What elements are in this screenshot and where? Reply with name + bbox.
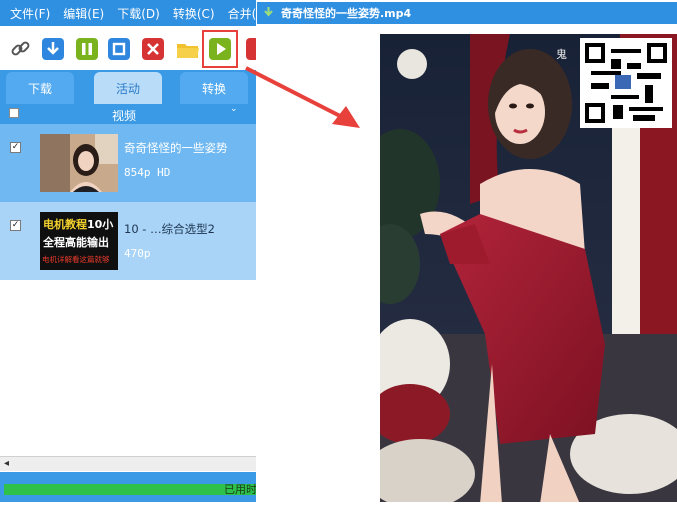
select-all-checkbox[interactable]	[9, 108, 19, 118]
tab-bar: 下载 活动 转换	[0, 70, 256, 104]
video-preview: 鬼	[380, 34, 677, 502]
chevron-down-icon[interactable]: ⌄	[230, 104, 238, 114]
tab-active[interactable]: 活动	[94, 72, 162, 104]
preview-filename: 奇奇怪怪的一些姿势.mp4	[281, 7, 412, 20]
watermark-text: 鬼	[556, 48, 567, 61]
video-resolution: 854p HD	[124, 166, 171, 179]
thumb-text-3: 电机详解看这篇就够	[42, 255, 110, 264]
video-title: 10 - …综合选型2	[124, 222, 215, 236]
list-item[interactable]: ✓ 电机教程10小 全程高能输出 电机详解看这篇就够 10 - …综合选型2 4…	[0, 202, 256, 280]
folder-icon[interactable]	[176, 40, 200, 60]
row-checkbox[interactable]: ✓	[10, 142, 21, 153]
annotation-arrow	[245, 66, 360, 128]
video-thumbnail	[40, 134, 118, 192]
delete-icon[interactable]	[142, 38, 164, 60]
video-resolution: 470p	[124, 247, 151, 260]
preview-title-bar: 奇奇怪怪的一些姿势.mp4	[257, 2, 677, 24]
thumb-text-1b: 10小	[87, 218, 114, 231]
tab-download[interactable]: 下载	[6, 72, 74, 104]
menu-edit[interactable]: 编辑(E)	[63, 5, 104, 22]
column-video[interactable]: 视频	[112, 107, 136, 124]
video-thumbnail: 电机教程10小 全程高能输出 电机详解看这篇就够	[40, 212, 118, 270]
list-header: 视频 ⌄	[0, 104, 256, 124]
menu-file[interactable]: 文件(F)	[10, 5, 50, 22]
play-icon[interactable]	[209, 38, 231, 60]
red-icon[interactable]	[246, 38, 256, 60]
menu-convert[interactable]: 转换(C)	[173, 5, 215, 22]
menu-merge[interactable]: 合并(M)	[228, 5, 256, 22]
tab-convert[interactable]: 转换	[180, 72, 248, 104]
video-list: ✓ 奇奇怪怪的一些姿势 854p HD ✓ 电机教程10小 全程高能输出 电机详…	[0, 124, 256, 460]
scroll-left-icon[interactable]: ◂	[4, 458, 9, 469]
row-checkbox[interactable]: ✓	[10, 220, 21, 231]
video-title: 奇奇怪怪的一些姿势	[124, 141, 228, 155]
thumb-text-2: 全程高能输出	[43, 236, 109, 249]
thumb-text-1a: 电机教程	[43, 218, 87, 231]
menu-download[interactable]: 下载(D)	[117, 5, 160, 22]
pause-icon[interactable]	[76, 38, 98, 60]
horizontal-scrollbar[interactable]: ◂	[0, 456, 256, 471]
download-icon[interactable]	[42, 38, 64, 60]
qr-code	[585, 43, 667, 123]
list-item[interactable]: ✓ 奇奇怪怪的一些姿势 854p HD	[0, 124, 256, 202]
status-text: 已用时	[224, 483, 256, 496]
menu-bar: 文件(F) 编辑(E) 下载(D) 转换(C) 合并(M)	[0, 0, 256, 26]
download-arrow-icon	[263, 7, 274, 18]
link-icon[interactable]	[10, 38, 32, 60]
progress-bar	[4, 484, 256, 495]
toolbar	[0, 26, 256, 70]
downloader-app-window: 文件(F) 编辑(E) 下载(D) 转换(C) 合并(M)	[0, 0, 256, 510]
stop-icon[interactable]	[108, 38, 130, 60]
